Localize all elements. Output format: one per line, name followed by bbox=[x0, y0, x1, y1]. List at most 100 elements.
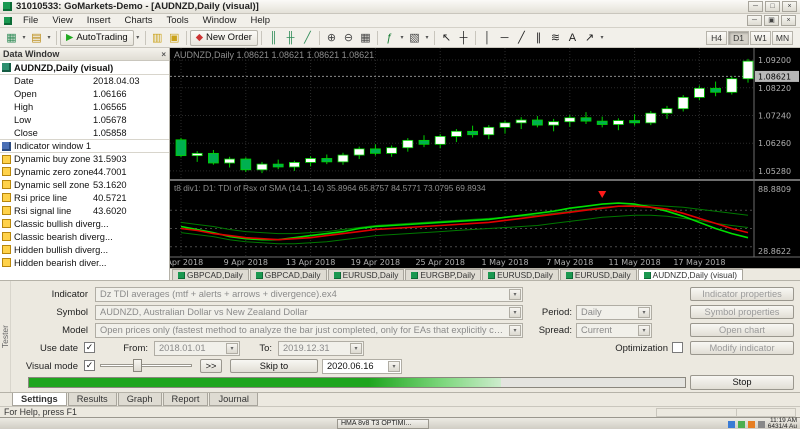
indicators-caret[interactable]: ▾ bbox=[398, 34, 406, 41]
taskbar-app-button[interactable]: HMA 8v8 T3 OPTIMI... bbox=[337, 419, 429, 429]
tab-graph[interactable]: Graph bbox=[117, 393, 162, 406]
horizontal-line-icon[interactable]: ─ bbox=[496, 30, 513, 46]
tab-report[interactable]: Report bbox=[162, 393, 209, 406]
chart-tab[interactable]: EURUSD,Daily bbox=[559, 269, 637, 280]
optimization-checkbox[interactable] bbox=[672, 342, 683, 353]
to-date-field[interactable]: 2019.12.31 ▾ bbox=[278, 341, 364, 356]
period-select[interactable]: Daily ▾ bbox=[576, 305, 652, 320]
zoom-out-icon[interactable]: ⊖ bbox=[340, 30, 357, 46]
indicators-icon[interactable]: ƒ bbox=[381, 30, 398, 46]
arrows-icon[interactable]: ↗ bbox=[581, 30, 598, 46]
visual-speed-slider[interactable] bbox=[100, 359, 192, 372]
mdi-close-button[interactable]: × bbox=[781, 15, 796, 26]
chart-tab[interactable]: EURUSD,Daily bbox=[482, 269, 559, 280]
arrows-caret[interactable]: ▾ bbox=[598, 34, 606, 41]
fibonacci-icon[interactable]: ≋ bbox=[547, 30, 564, 46]
periods-caret[interactable]: ▾ bbox=[423, 34, 431, 41]
open-chart-button[interactable]: Open chart bbox=[690, 323, 794, 337]
vertical-line-icon[interactable]: │ bbox=[479, 30, 496, 46]
chart-tab[interactable]: EURUSD,Daily bbox=[327, 269, 405, 280]
cursor-icon[interactable]: ↖ bbox=[438, 30, 455, 46]
skip-to-date-caret[interactable]: ▾ bbox=[388, 361, 400, 372]
close-button[interactable]: × bbox=[782, 1, 797, 12]
fast-forward-button[interactable]: >> bbox=[200, 359, 222, 373]
slider-thumb[interactable] bbox=[133, 359, 143, 372]
menu-item-insert[interactable]: Insert bbox=[80, 15, 118, 26]
skip-to-date-field[interactable]: 2020.06.16 ▾ bbox=[322, 359, 402, 374]
tab-settings[interactable]: Settings bbox=[12, 393, 67, 406]
bar-chart-icon[interactable]: ║ bbox=[265, 30, 282, 46]
candle-body bbox=[208, 152, 219, 164]
tab-results[interactable]: Results bbox=[67, 393, 117, 406]
menu-item-file[interactable]: File bbox=[16, 15, 45, 26]
chart-tab[interactable]: EURGBP,Daily bbox=[405, 269, 482, 280]
chart-tab[interactable]: GBPCAD,Daily bbox=[172, 269, 249, 280]
indicator-properties-button[interactable]: Indicator properties bbox=[690, 287, 794, 301]
chart-canvas[interactable]: 3 Apr 2018 9 Apr 2018 13 Apr 2018 19 Apr 20… bbox=[159, 48, 800, 268]
data-window-close-icon[interactable]: × bbox=[161, 50, 166, 59]
chart-tab[interactable]: GBPCAD,Daily bbox=[249, 269, 327, 280]
network-icon[interactable] bbox=[727, 420, 735, 428]
period-h4-button[interactable]: H4 bbox=[706, 30, 727, 45]
profiles-icon[interactable]: ▤ bbox=[28, 30, 45, 46]
line-chart-icon[interactable]: ╱ bbox=[299, 30, 316, 46]
stop-button[interactable]: Stop bbox=[690, 375, 794, 390]
use-date-checkbox[interactable]: ✓ bbox=[84, 342, 95, 353]
menu-item-help[interactable]: Help bbox=[243, 15, 277, 26]
new-chart-caret[interactable]: ▾ bbox=[20, 34, 28, 41]
tester-strip: Tester bbox=[0, 281, 11, 393]
minimize-button[interactable]: ─ bbox=[748, 1, 763, 12]
indicator-select[interactable]: Dz TDI averages (mtf + alerts + arrows +… bbox=[95, 287, 523, 302]
visual-mode-checkbox[interactable]: ✓ bbox=[84, 360, 95, 371]
mdi-restore-button[interactable]: ▣ bbox=[764, 15, 779, 26]
antivirus-icon[interactable] bbox=[737, 420, 745, 428]
candle-body bbox=[742, 60, 754, 80]
volume-icon[interactable] bbox=[757, 420, 765, 428]
menu-item-tools[interactable]: Tools bbox=[159, 15, 195, 26]
from-date-field[interactable]: 2018.01.01 ▾ bbox=[154, 341, 240, 356]
updates-icon[interactable] bbox=[747, 420, 755, 428]
period-d1-button[interactable]: D1 bbox=[728, 30, 749, 45]
from-date-caret[interactable]: ▾ bbox=[226, 343, 238, 354]
menu-item-charts[interactable]: Charts bbox=[118, 15, 160, 26]
maximize-button[interactable]: □ bbox=[765, 1, 780, 12]
channel-icon[interactable]: ∥ bbox=[530, 30, 547, 46]
autotrading-button[interactable]: ▶ AutoTrading bbox=[60, 29, 134, 46]
menu-item-view[interactable]: View bbox=[45, 15, 79, 26]
history-center-icon[interactable]: ▣ bbox=[166, 30, 183, 46]
tab-journal[interactable]: Journal bbox=[209, 393, 258, 406]
price-chart[interactable]: AUDNZD,Daily 1.08621 1.08621 1.08621 1.0… bbox=[159, 48, 800, 268]
data-window-header: Data Window × bbox=[0, 48, 169, 61]
model-select[interactable]: Open prices only (fastest method to anal… bbox=[95, 323, 523, 338]
to-date-caret[interactable]: ▾ bbox=[350, 343, 362, 354]
symbol-properties-button[interactable]: Symbol properties bbox=[690, 305, 794, 319]
period-select-caret[interactable]: ▾ bbox=[638, 307, 650, 318]
spread-select-caret[interactable]: ▾ bbox=[638, 325, 650, 336]
chart-tab[interactable]: AUDNZD,Daily (visual) bbox=[637, 269, 744, 280]
chart-tab-icon bbox=[643, 271, 651, 279]
text-icon[interactable]: A bbox=[564, 30, 581, 46]
candlestick-icon[interactable]: ╫ bbox=[282, 30, 299, 46]
trendline-icon[interactable]: ╱ bbox=[513, 30, 530, 46]
modify-indicator-button[interactable]: Modify indicator bbox=[690, 341, 794, 355]
tile-windows-icon[interactable]: ▦ bbox=[357, 30, 374, 46]
new-chart-icon[interactable]: ▦ bbox=[3, 30, 20, 46]
zoom-in-icon[interactable]: ⊕ bbox=[323, 30, 340, 46]
taskbar-clock[interactable]: 11:19 AM 6431/4 Au bbox=[768, 417, 797, 429]
data-window-title: Data Window bbox=[3, 49, 60, 59]
skip-to-button[interactable]: Skip to bbox=[230, 359, 318, 373]
crosshair-icon[interactable]: ┼ bbox=[455, 30, 472, 46]
indicator-select-caret[interactable]: ▾ bbox=[509, 289, 521, 300]
periods-icon[interactable]: ▧ bbox=[406, 30, 423, 46]
new-order-button[interactable]: ◆ New Order bbox=[189, 29, 258, 46]
profiles-caret[interactable]: ▾ bbox=[45, 34, 53, 41]
mdi-minimize-button[interactable]: ─ bbox=[747, 15, 762, 26]
menu-item-window[interactable]: Window bbox=[196, 15, 244, 26]
period-mn-button[interactable]: MN bbox=[772, 30, 793, 45]
spread-select[interactable]: Current ▾ bbox=[576, 323, 652, 338]
period-w1-button[interactable]: W1 bbox=[750, 30, 771, 45]
symbol-select[interactable]: AUDNZD, Australian Dollar vs New Zealand… bbox=[95, 305, 523, 320]
data-window-row: Hidden bullish diverg... bbox=[0, 243, 169, 256]
profile-save-icon[interactable]: ▥ bbox=[149, 30, 166, 46]
autotrading-caret[interactable]: ▾ bbox=[134, 34, 142, 41]
